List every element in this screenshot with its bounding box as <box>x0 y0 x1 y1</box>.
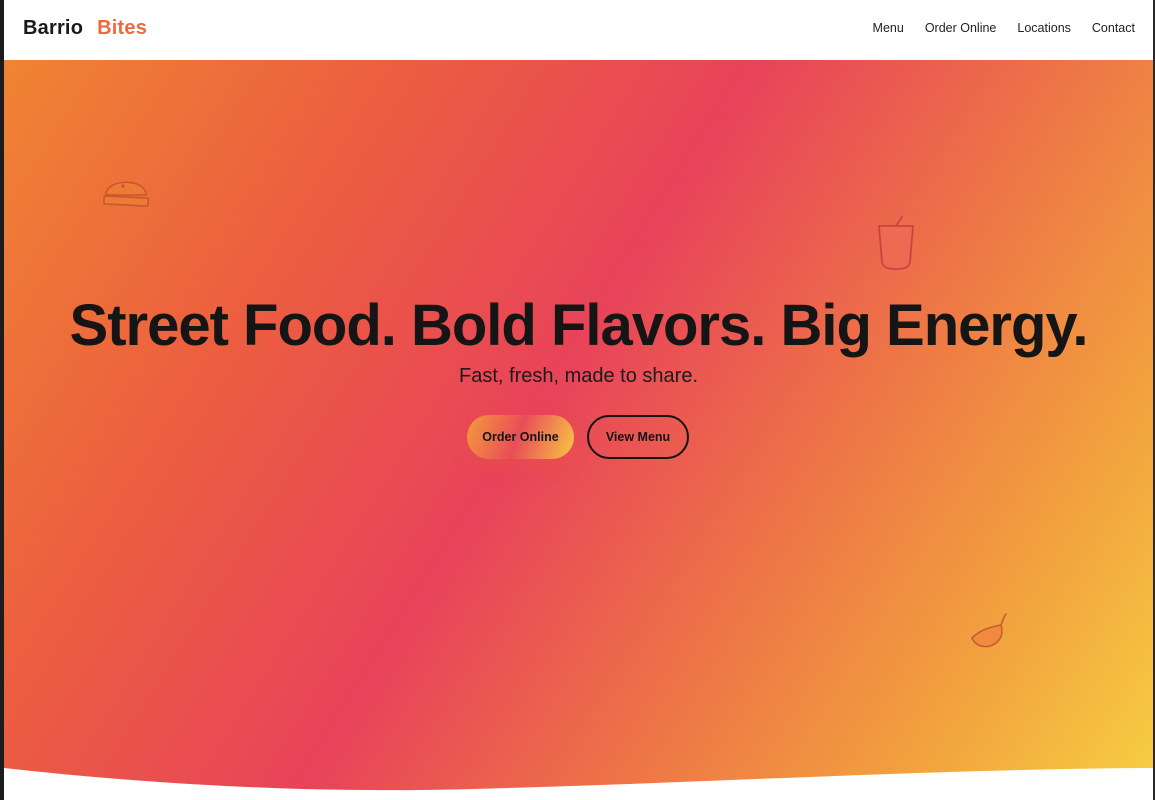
page: Barrio Bites Menu Order Online Locations … <box>0 0 1155 800</box>
window-edge-left <box>0 0 4 800</box>
nav-item-contact[interactable]: Contact <box>1092 21 1135 35</box>
hero-bottom-wave <box>4 768 1153 800</box>
nav-item-menu[interactable]: Menu <box>873 21 904 35</box>
chili-pepper-icon <box>971 613 1007 648</box>
view-menu-button[interactable]: View Menu <box>587 415 689 459</box>
brand-name-accent: Bites <box>97 17 148 39</box>
site-header: Barrio Bites Menu Order Online Locations … <box>4 0 1153 60</box>
hero-headline: Street Food. Bold Flavors. Big Energy. <box>69 293 1089 358</box>
nav-item-order-online[interactable]: Order Online <box>925 21 997 35</box>
nav-item-locations[interactable]: Locations <box>1017 21 1071 35</box>
hero-subheadline: Fast, fresh, made to share. <box>459 365 698 387</box>
drink-cup-icon <box>878 216 914 270</box>
brand-name-primary: Barrio <box>23 17 84 39</box>
hero-section: Street Food. Bold Flavors. Big Energy. F… <box>4 60 1153 800</box>
burger-icon <box>103 181 149 207</box>
brand-logo[interactable]: Barrio Bites <box>23 17 147 40</box>
main-nav: Menu Order Online Locations Contact <box>873 21 1135 35</box>
order-online-button[interactable]: Order Online <box>467 415 574 459</box>
